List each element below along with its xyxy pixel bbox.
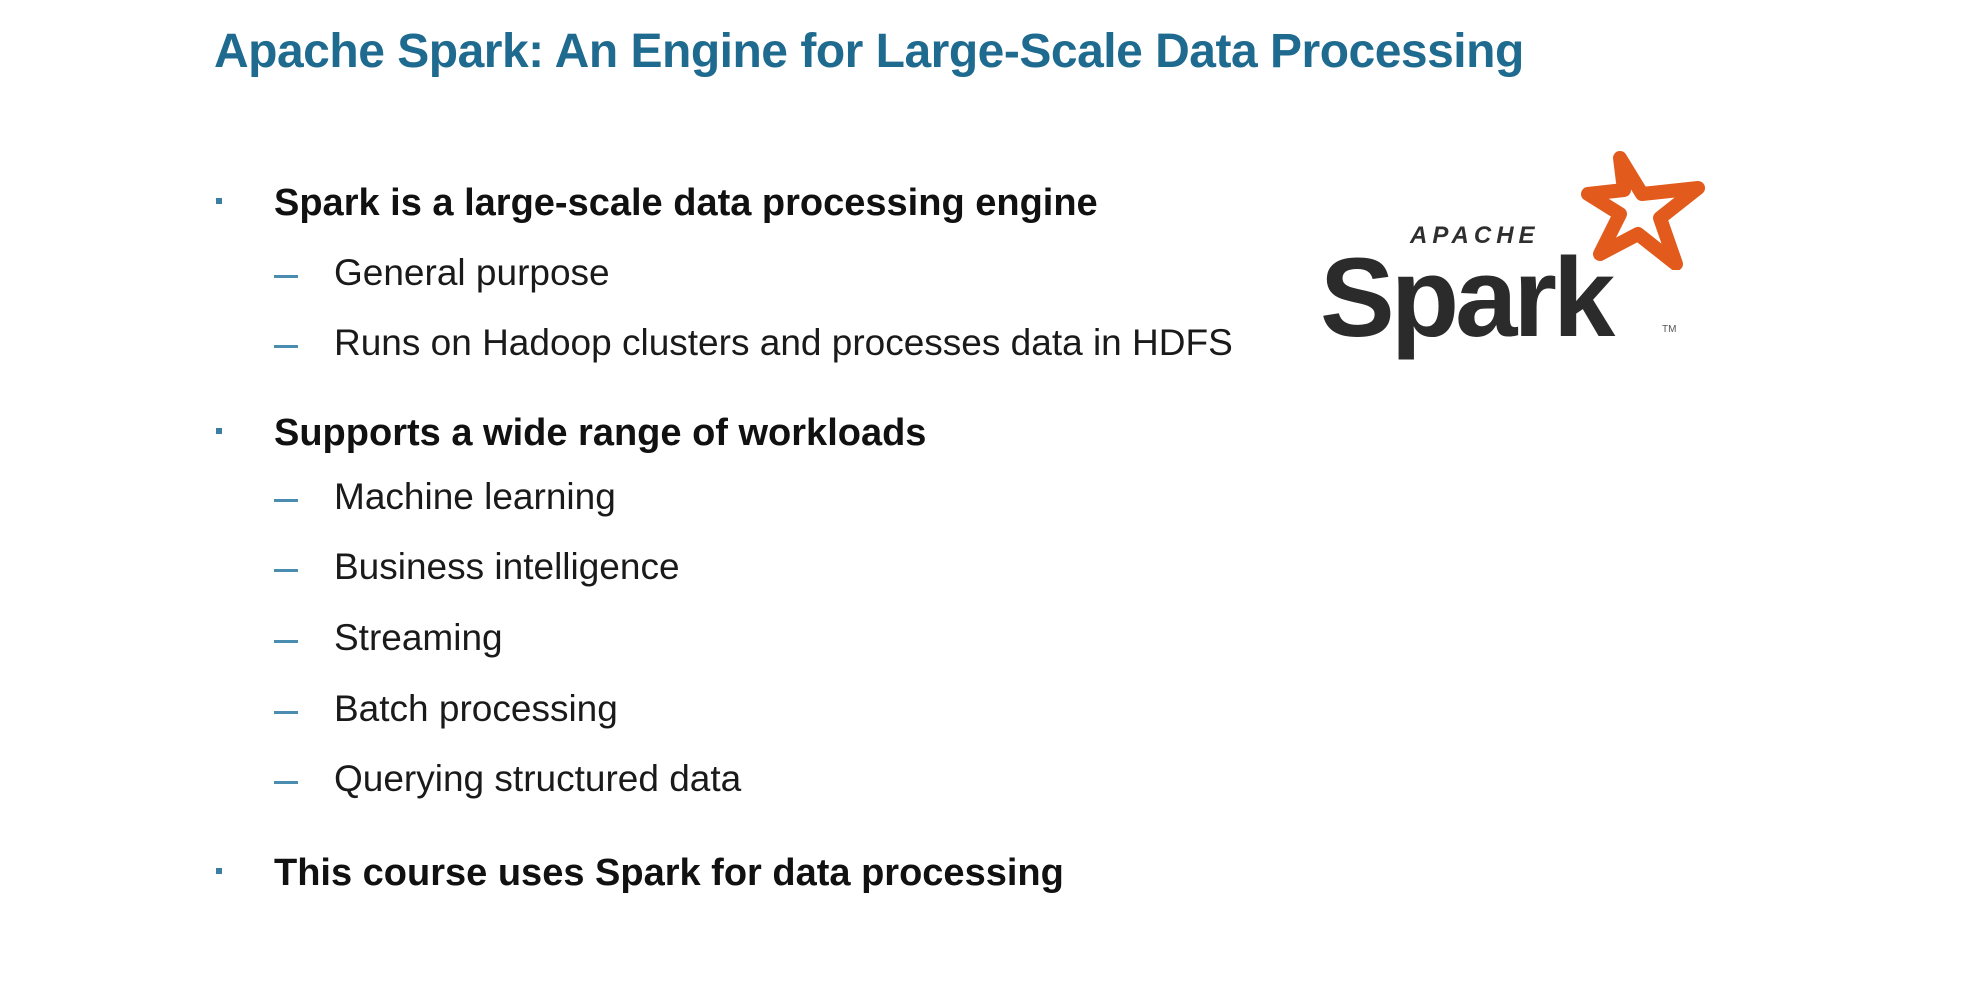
bullet-text: Spark is a large-scale data processing e… (274, 182, 1098, 224)
sub-text: Batch processing (334, 688, 618, 729)
bullet-text: This course uses Spark for data processi… (274, 852, 1064, 894)
sub-text: General purpose (334, 252, 610, 293)
sub-text: Business intelligence (334, 546, 680, 587)
bullet-text: Supports a wide range of workloads (274, 412, 927, 454)
logo-trademark: TM (1662, 324, 1677, 335)
dash-marker (274, 781, 298, 784)
sub-text: Streaming (334, 617, 503, 658)
sub-text: Runs on Hadoop clusters and processes da… (334, 322, 1233, 363)
bullet-marker (216, 198, 222, 204)
dash-marker (274, 345, 298, 348)
dash-marker (274, 711, 298, 714)
dash-marker (274, 569, 298, 572)
slide-title: Apache Spark: An Engine for Large-Scale … (214, 25, 1524, 78)
slide: Apache Spark: An Engine for Large-Scale … (0, 0, 1966, 988)
dash-marker (274, 275, 298, 278)
dash-marker (274, 499, 298, 502)
sub-text: Machine learning (334, 476, 616, 517)
sub-text: Querying structured data (334, 758, 742, 799)
logo-spark-text: Spark (1320, 235, 1615, 360)
bullet-marker (216, 428, 222, 434)
bullet-marker (216, 868, 222, 874)
apache-spark-logo: APACHE Spark TM (1320, 150, 1710, 360)
dash-marker (274, 640, 298, 643)
